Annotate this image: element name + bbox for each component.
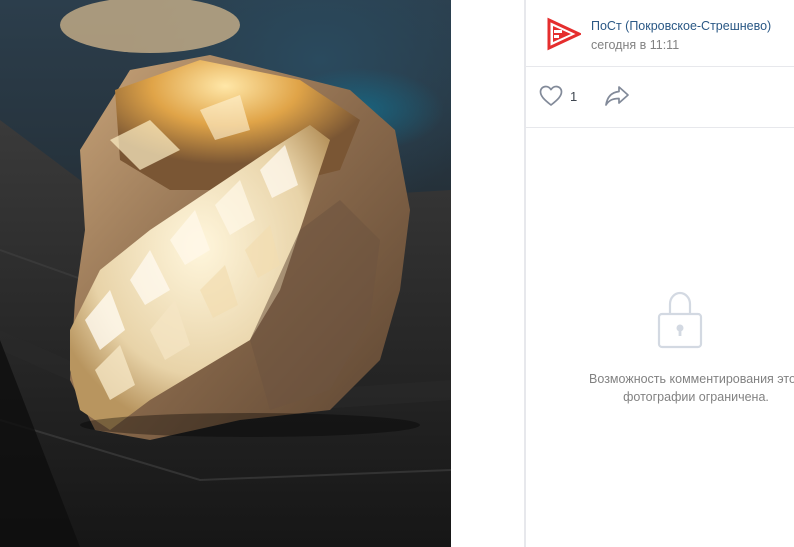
restricted-line-2: фотографии ограничена.: [623, 390, 769, 404]
heart-icon: [539, 85, 563, 106]
comments-restricted-message: Возможность комментирования этой фотогра…: [556, 370, 794, 406]
post-actions: 1: [526, 67, 794, 128]
author-link[interactable]: ПоСт (Покровское-Стрешнево): [591, 19, 771, 33]
share-arrow-icon: [605, 86, 629, 106]
photo-viewer-gap: [451, 0, 526, 547]
photo-info-panel: ПоСт (Покровское-Стрешнево) сегодня в 11…: [526, 0, 794, 547]
mineral-photo: [0, 0, 451, 547]
post-header: ПоСт (Покровское-Стрешнево) сегодня в 11…: [526, 0, 794, 67]
post-photo[interactable]: [0, 0, 451, 547]
like-button[interactable]: 1: [539, 84, 577, 108]
share-button[interactable]: [604, 84, 630, 108]
like-count: 1: [570, 88, 578, 104]
restricted-line-1: Возможность комментирования этой: [589, 372, 794, 386]
post-date[interactable]: сегодня в 11:11: [591, 38, 679, 52]
post-logo-icon[interactable]: [547, 17, 583, 51]
lock-icon: [657, 290, 703, 355]
